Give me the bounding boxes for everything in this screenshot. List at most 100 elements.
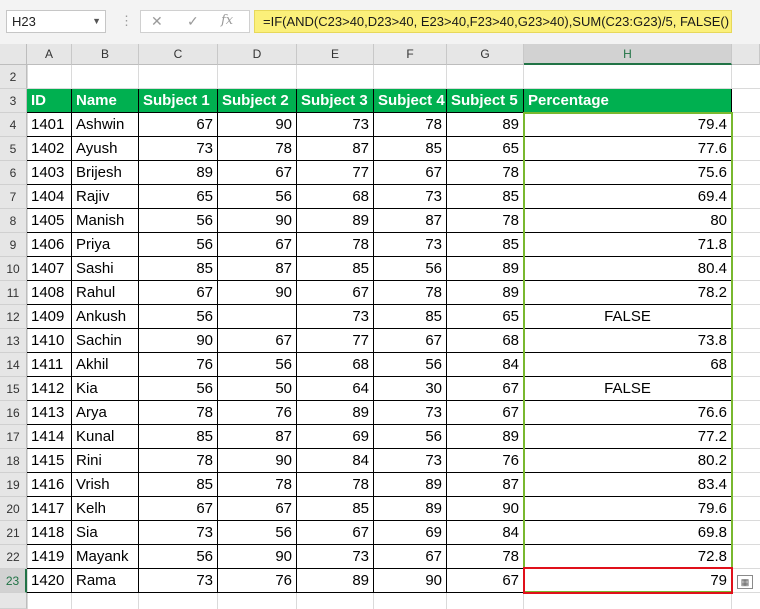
- table-cell[interactable]: 85: [139, 473, 218, 497]
- table-cell[interactable]: 80: [524, 209, 732, 233]
- table-cell[interactable]: 73: [139, 569, 218, 593]
- table-cell[interactable]: 89: [447, 281, 524, 305]
- table-cell[interactable]: 78: [374, 281, 447, 305]
- table-cell[interactable]: 67: [374, 545, 447, 569]
- table-cell[interactable]: FALSE: [524, 305, 732, 329]
- table-cell[interactable]: 78: [447, 161, 524, 185]
- table-cell[interactable]: 76: [218, 401, 297, 425]
- table-cell[interactable]: 79.4: [524, 113, 732, 137]
- table-cell[interactable]: 73.8: [524, 329, 732, 353]
- table-cell[interactable]: 90: [218, 545, 297, 569]
- table-cell[interactable]: 65: [447, 305, 524, 329]
- table-cell[interactable]: 68: [524, 353, 732, 377]
- table-header-cell[interactable]: Subject 4: [374, 89, 447, 113]
- table-cell[interactable]: 56: [374, 425, 447, 449]
- table-cell[interactable]: Mayank: [72, 545, 139, 569]
- table-cell[interactable]: Rahul: [72, 281, 139, 305]
- table-cell[interactable]: 68: [447, 329, 524, 353]
- table-cell[interactable]: Rini: [72, 449, 139, 473]
- table-cell[interactable]: 76.6: [524, 401, 732, 425]
- row-header-7[interactable]: 7: [0, 185, 27, 209]
- row-header-2[interactable]: 2: [0, 65, 27, 89]
- table-cell[interactable]: 84: [447, 521, 524, 545]
- formula-input[interactable]: =IF(AND(C23>40,D23>40, E23>40,F23>40,G23…: [254, 10, 732, 33]
- table-cell[interactable]: 75.6: [524, 161, 732, 185]
- column-header-a[interactable]: A: [27, 44, 72, 65]
- table-cell[interactable]: 67: [447, 569, 524, 593]
- table-cell[interactable]: 1412: [27, 377, 72, 401]
- table-cell[interactable]: Priya: [72, 233, 139, 257]
- table-cell[interactable]: 87: [297, 137, 374, 161]
- table-cell[interactable]: Brijesh: [72, 161, 139, 185]
- row-header-6[interactable]: 6: [0, 161, 27, 185]
- table-cell[interactable]: Sia: [72, 521, 139, 545]
- table-cell[interactable]: 50: [218, 377, 297, 401]
- table-cell[interactable]: 87: [218, 425, 297, 449]
- column-header-c[interactable]: C: [139, 44, 218, 65]
- table-cell[interactable]: 87: [447, 473, 524, 497]
- table-cell[interactable]: [218, 305, 297, 329]
- table-header-cell[interactable]: ID: [27, 89, 72, 113]
- chevron-down-icon[interactable]: ▼: [92, 11, 101, 32]
- column-header-b[interactable]: B: [72, 44, 139, 65]
- table-header-cell[interactable]: Subject 2: [218, 89, 297, 113]
- table-cell[interactable]: 78: [218, 137, 297, 161]
- table-cell[interactable]: Kunal: [72, 425, 139, 449]
- table-cell[interactable]: Rajiv: [72, 185, 139, 209]
- select-all-corner[interactable]: [0, 44, 27, 65]
- table-cell[interactable]: 79.6: [524, 497, 732, 521]
- row-header-8[interactable]: 8: [0, 209, 27, 233]
- row-header-5[interactable]: 5: [0, 137, 27, 161]
- table-cell[interactable]: 87: [374, 209, 447, 233]
- table-cell[interactable]: Sashi: [72, 257, 139, 281]
- table-cell[interactable]: 90: [139, 329, 218, 353]
- table-cell[interactable]: 90: [218, 281, 297, 305]
- table-cell[interactable]: 1407: [27, 257, 72, 281]
- table-cell[interactable]: 80.2: [524, 449, 732, 473]
- table-cell[interactable]: 85: [447, 233, 524, 257]
- table-cell[interactable]: 68: [297, 353, 374, 377]
- table-cell[interactable]: 78: [374, 113, 447, 137]
- table-cell[interactable]: 67: [218, 329, 297, 353]
- table-cell[interactable]: 56: [374, 257, 447, 281]
- table-header-cell[interactable]: Name: [72, 89, 139, 113]
- table-cell[interactable]: 1419: [27, 545, 72, 569]
- table-cell[interactable]: 67: [139, 497, 218, 521]
- table-cell[interactable]: 1420: [27, 569, 72, 593]
- row-header-15[interactable]: 15: [0, 377, 27, 401]
- table-cell[interactable]: 73: [297, 305, 374, 329]
- table-cell[interactable]: Manish: [72, 209, 139, 233]
- table-cell[interactable]: 65: [139, 185, 218, 209]
- table-cell[interactable]: Kia: [72, 377, 139, 401]
- row-header-11[interactable]: 11: [0, 281, 27, 305]
- table-cell[interactable]: 85: [374, 137, 447, 161]
- quick-analysis-icon[interactable]: ▦: [737, 575, 753, 589]
- table-cell[interactable]: 56: [218, 185, 297, 209]
- table-cell[interactable]: Ashwin: [72, 113, 139, 137]
- table-cell[interactable]: 1414: [27, 425, 72, 449]
- table-cell[interactable]: 1413: [27, 401, 72, 425]
- row-header-12[interactable]: 12: [0, 305, 27, 329]
- table-cell[interactable]: 69.4: [524, 185, 732, 209]
- table-cell[interactable]: 84: [447, 353, 524, 377]
- table-cell[interactable]: 56: [139, 209, 218, 233]
- table-cell[interactable]: 1409: [27, 305, 72, 329]
- table-cell[interactable]: 89: [297, 401, 374, 425]
- column-header-g[interactable]: G: [447, 44, 524, 65]
- table-cell[interactable]: Sachin: [72, 329, 139, 353]
- table-cell[interactable]: 85: [139, 425, 218, 449]
- table-cell[interactable]: 67: [297, 281, 374, 305]
- table-cell[interactable]: 73: [374, 449, 447, 473]
- row-header-14[interactable]: 14: [0, 353, 27, 377]
- table-cell[interactable]: Akhil: [72, 353, 139, 377]
- table-cell[interactable]: 89: [297, 569, 374, 593]
- table-cell[interactable]: 67: [218, 161, 297, 185]
- row-header-23[interactable]: 23: [0, 569, 27, 593]
- table-cell[interactable]: 56: [139, 305, 218, 329]
- table-cell[interactable]: Kelh: [72, 497, 139, 521]
- table-cell[interactable]: 78: [139, 401, 218, 425]
- table-cell[interactable]: 85: [374, 305, 447, 329]
- table-cell[interactable]: 67: [139, 113, 218, 137]
- table-cell[interactable]: 89: [139, 161, 218, 185]
- table-cell[interactable]: 76: [218, 569, 297, 593]
